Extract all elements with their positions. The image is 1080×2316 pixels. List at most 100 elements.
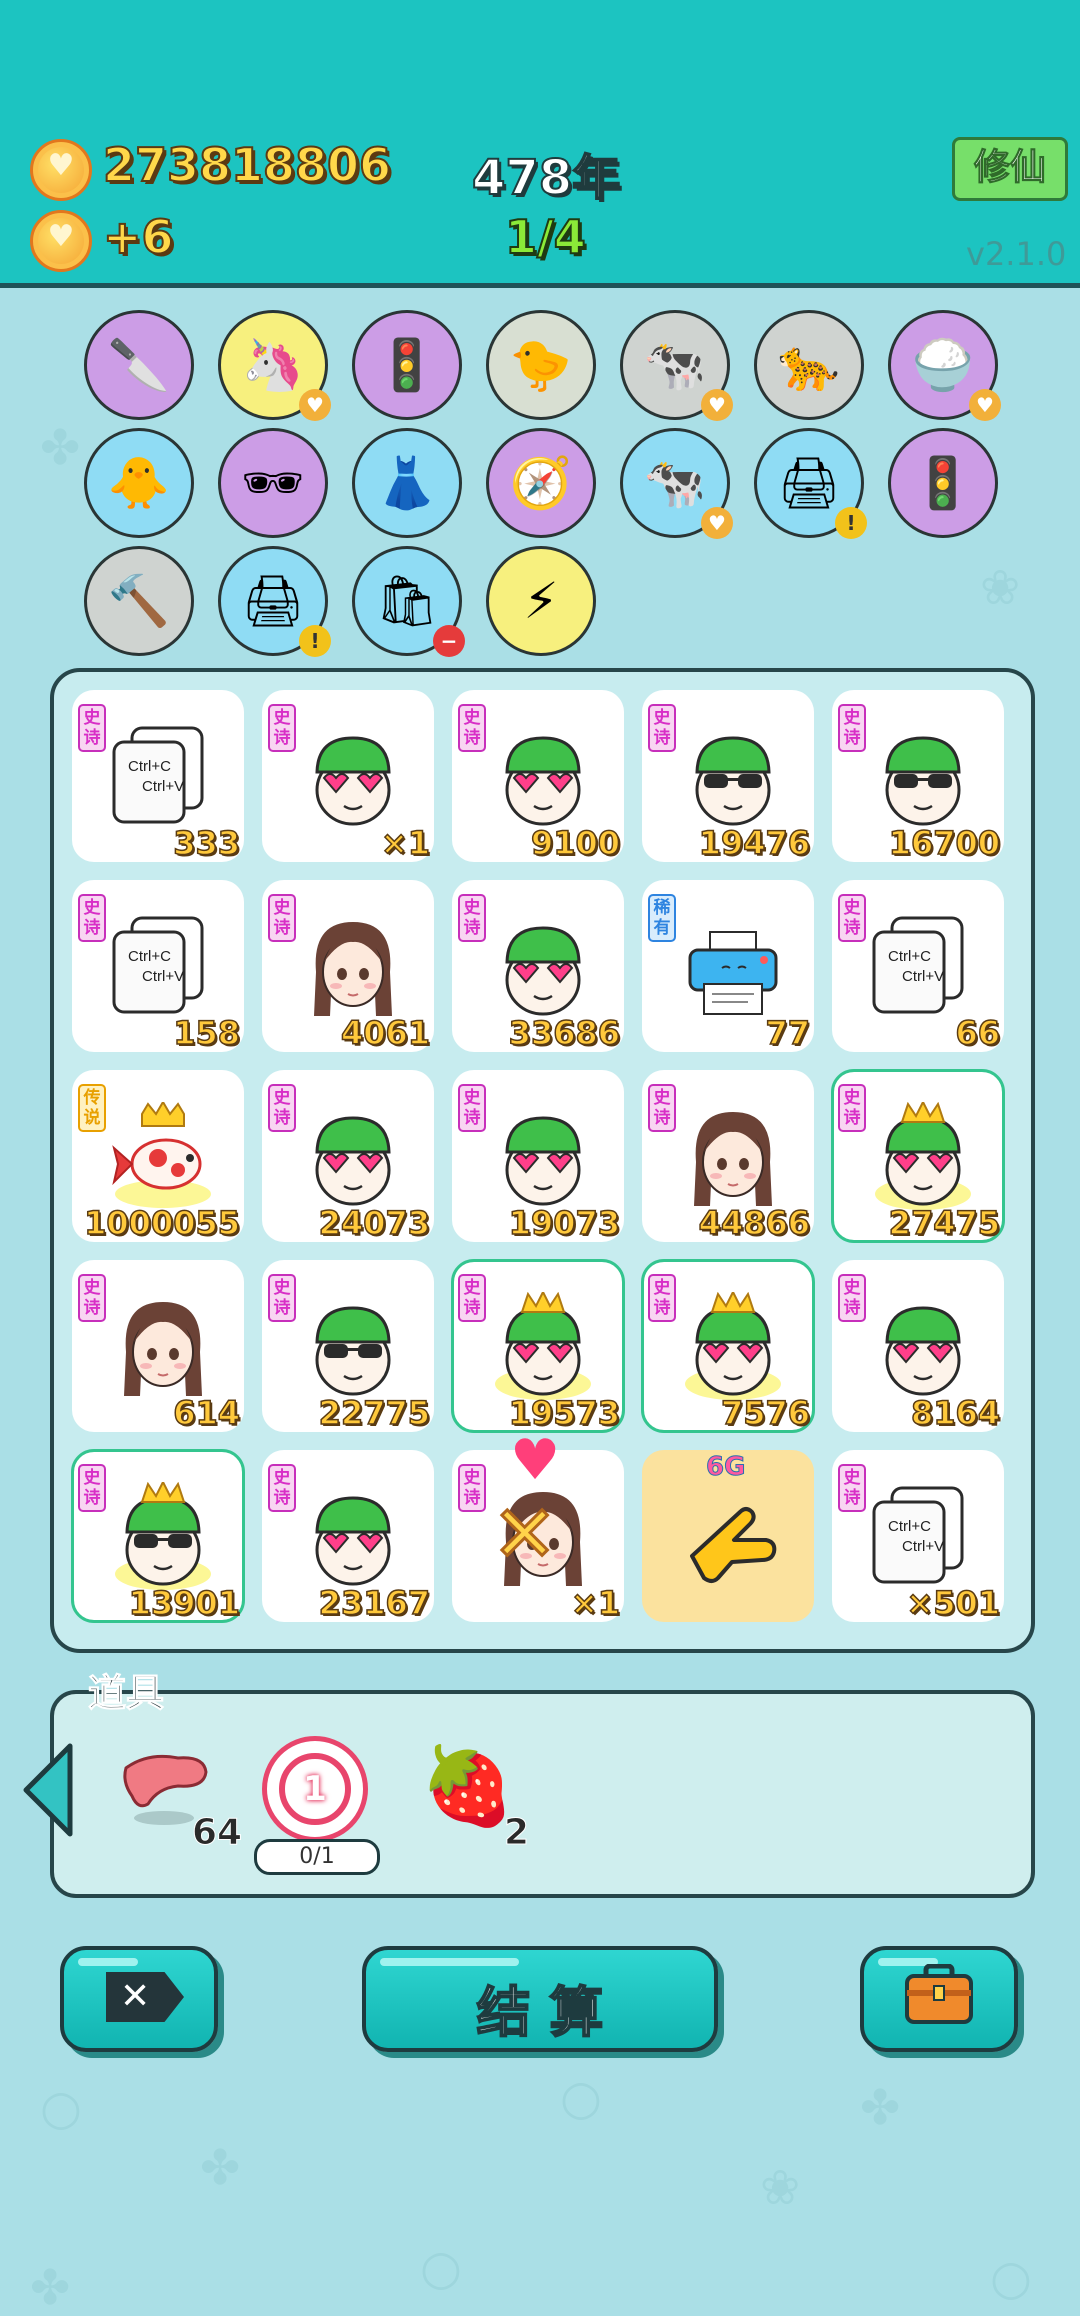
strawberry-icon[interactable]: 🍓 (420, 1738, 515, 1838)
grid-cell[interactable]: 史诗 16700 (832, 690, 1004, 863)
rarity-tag: 史诗 (458, 704, 486, 752)
cell-count: 24073 (318, 1203, 431, 1243)
cell-count: ×501 (906, 1583, 1001, 1623)
cell-count: 4061 (340, 1013, 431, 1053)
rarity-tag: 史诗 (838, 1084, 866, 1132)
guy-shades-icon (695, 736, 771, 826)
guy-heart-icon (505, 1116, 581, 1206)
printer-icon (688, 931, 778, 1015)
fish-icon (112, 1102, 211, 1208)
guy-heart-icon (315, 736, 391, 826)
settle-button[interactable]: 结 算 (362, 1946, 718, 2052)
lightning-icon[interactable]: ⚡ (486, 546, 596, 656)
delete-icon: ✕ (106, 1972, 184, 2022)
trash-bag-icon[interactable]: 🛍 − (352, 546, 465, 657)
printer-icon[interactable]: 🖨! (754, 428, 867, 539)
grid-cell[interactable]: 史诗 13901 (71, 1449, 245, 1623)
grid-cell[interactable]: 史诗 4061 (262, 880, 434, 1053)
rice-bowl-icon[interactable]: 🍚 ♥ (888, 310, 1001, 421)
guy-shades-icon (315, 1306, 391, 1396)
traffic-light-ghost-icon[interactable]: 🚦 (352, 310, 462, 420)
pointer-icon (690, 1507, 777, 1583)
chick-icon[interactable]: 🐥 (84, 428, 194, 538)
rarity-tag: 史诗 (458, 894, 486, 942)
cell-count: 44866 (698, 1203, 811, 1243)
cell-count: 1000055 (83, 1203, 240, 1243)
grid-cell[interactable]: 史诗 ×1 (262, 690, 434, 863)
grid-cell[interactable]: Ctrl+C Ctrl+V 史诗 ×501 (832, 1450, 1004, 1623)
traffic-light-ghost-icon[interactable]: 🚦 (888, 428, 998, 538)
grid-cell[interactable]: 史诗 9100 (452, 690, 624, 863)
rarity-tag: 史诗 (268, 1464, 296, 1512)
cheetah-icon[interactable]: 🐆 (754, 310, 864, 420)
xiuxian-button[interactable]: 修仙 (952, 137, 1068, 201)
card-text-paste: Ctrl+V (902, 1538, 945, 1555)
grid-cell[interactable]: 稀有 77 (642, 880, 814, 1053)
card-text-copy: Ctrl+C (888, 948, 931, 965)
target-icon[interactable]: 1 (262, 1736, 368, 1842)
grid-cell[interactable]: 6G (642, 1450, 814, 1622)
printer-icon[interactable]: 🖨! (218, 546, 331, 657)
grid-cell[interactable]: 史诗 23167 (262, 1450, 434, 1623)
cell-count: 7576 (720, 1393, 811, 1433)
grid-cell[interactable]: 史诗 27475 (831, 1069, 1005, 1243)
grid-cell[interactable]: 史诗 8164 (832, 1260, 1004, 1433)
guy-heart-icon (505, 736, 581, 826)
grid-cell[interactable]: 史诗 19476 (642, 690, 814, 863)
rarity-tag: 史诗 (78, 1464, 106, 1512)
rarity-tag: 史诗 (458, 1084, 486, 1132)
unicorn-icon[interactable]: 🦄 ♥ (218, 310, 331, 421)
cell-count: 333 (172, 823, 240, 863)
grid-cell[interactable]: 传说 1000055 (72, 1070, 244, 1243)
grid-cell[interactable]: ✕ ♥ 史诗 ×1 (452, 1428, 624, 1623)
grid-cell[interactable]: 史诗 19573 (451, 1259, 625, 1433)
coin-icon (30, 210, 92, 272)
scroll-left-arrow[interactable] (18, 1742, 78, 1838)
rarity-tag: 史诗 (78, 1274, 106, 1322)
girl-icon (124, 1302, 202, 1396)
grid-cell[interactable]: 史诗 614 (72, 1260, 244, 1433)
tools-label: 道具 (87, 1671, 165, 1716)
liver-count: 64 (191, 1812, 243, 1854)
grid-cell[interactable]: 史诗 19073 (452, 1070, 624, 1243)
grid-cell[interactable]: 史诗 24073 (262, 1070, 434, 1243)
cleaver-icon[interactable]: 🔪 (84, 310, 194, 420)
cell-count: ×1 (380, 823, 431, 863)
cell-count: 27475 (888, 1203, 1001, 1243)
cell-count: 77 (765, 1013, 811, 1053)
eyepatch-icon[interactable]: 🕶 (218, 428, 328, 538)
inventory-button[interactable] (860, 1946, 1018, 2052)
grid-cell[interactable]: 史诗 44866 (642, 1070, 814, 1243)
delete-button[interactable]: ✕ (60, 1946, 218, 2052)
grid-cell[interactable]: Ctrl+C Ctrl+V 史诗 158 (72, 880, 244, 1053)
rarity-tag: 史诗 (648, 1084, 676, 1132)
cell-count: 19573 (508, 1393, 621, 1433)
skirt-icon[interactable]: 👗 (352, 428, 462, 538)
chick-egg-icon[interactable]: 🐤 (486, 310, 596, 420)
x-mark-overlay: ✕ (490, 1489, 558, 1582)
target-number: 1 (303, 1769, 327, 1809)
compass-icon[interactable]: 🧭 (486, 428, 596, 538)
rarity-tag: 史诗 (268, 704, 296, 752)
rarity-tag: 稀有 (648, 894, 676, 942)
rarity-tag: 史诗 (838, 1274, 866, 1322)
guy-heart-crown-icon (685, 1292, 781, 1400)
cows-icon[interactable]: 🐄 ♥ (620, 428, 733, 539)
hammer-icon[interactable]: 🔨 (84, 546, 194, 656)
coin-icon (30, 139, 92, 201)
grid-cell[interactable]: 史诗 7576 (641, 1259, 815, 1433)
cows-icon[interactable]: 🐄 ♥ (620, 310, 733, 421)
year-counter: 478年 (471, 149, 621, 207)
rarity-tag: 史诗 (648, 704, 676, 752)
grid-cell[interactable]: 史诗 22775 (262, 1260, 434, 1433)
grid-cell[interactable]: Ctrl+C Ctrl+V 史诗 333 (72, 690, 244, 863)
card-text-paste: Ctrl+V (142, 968, 185, 985)
grid-cell[interactable]: Ctrl+C Ctrl+V 史诗 66 (832, 880, 1004, 1053)
rarity-tag: 传说 (78, 1084, 106, 1132)
grid-cell[interactable]: 史诗 33686 (452, 880, 624, 1053)
version-label: v2.1.0 (966, 235, 1067, 273)
card-text-copy: Ctrl+C (888, 1518, 931, 1535)
guy-heart-crown-icon (495, 1292, 591, 1400)
settle-label: 结 算 (476, 1980, 605, 2045)
card-text-copy: Ctrl+C (128, 758, 171, 775)
